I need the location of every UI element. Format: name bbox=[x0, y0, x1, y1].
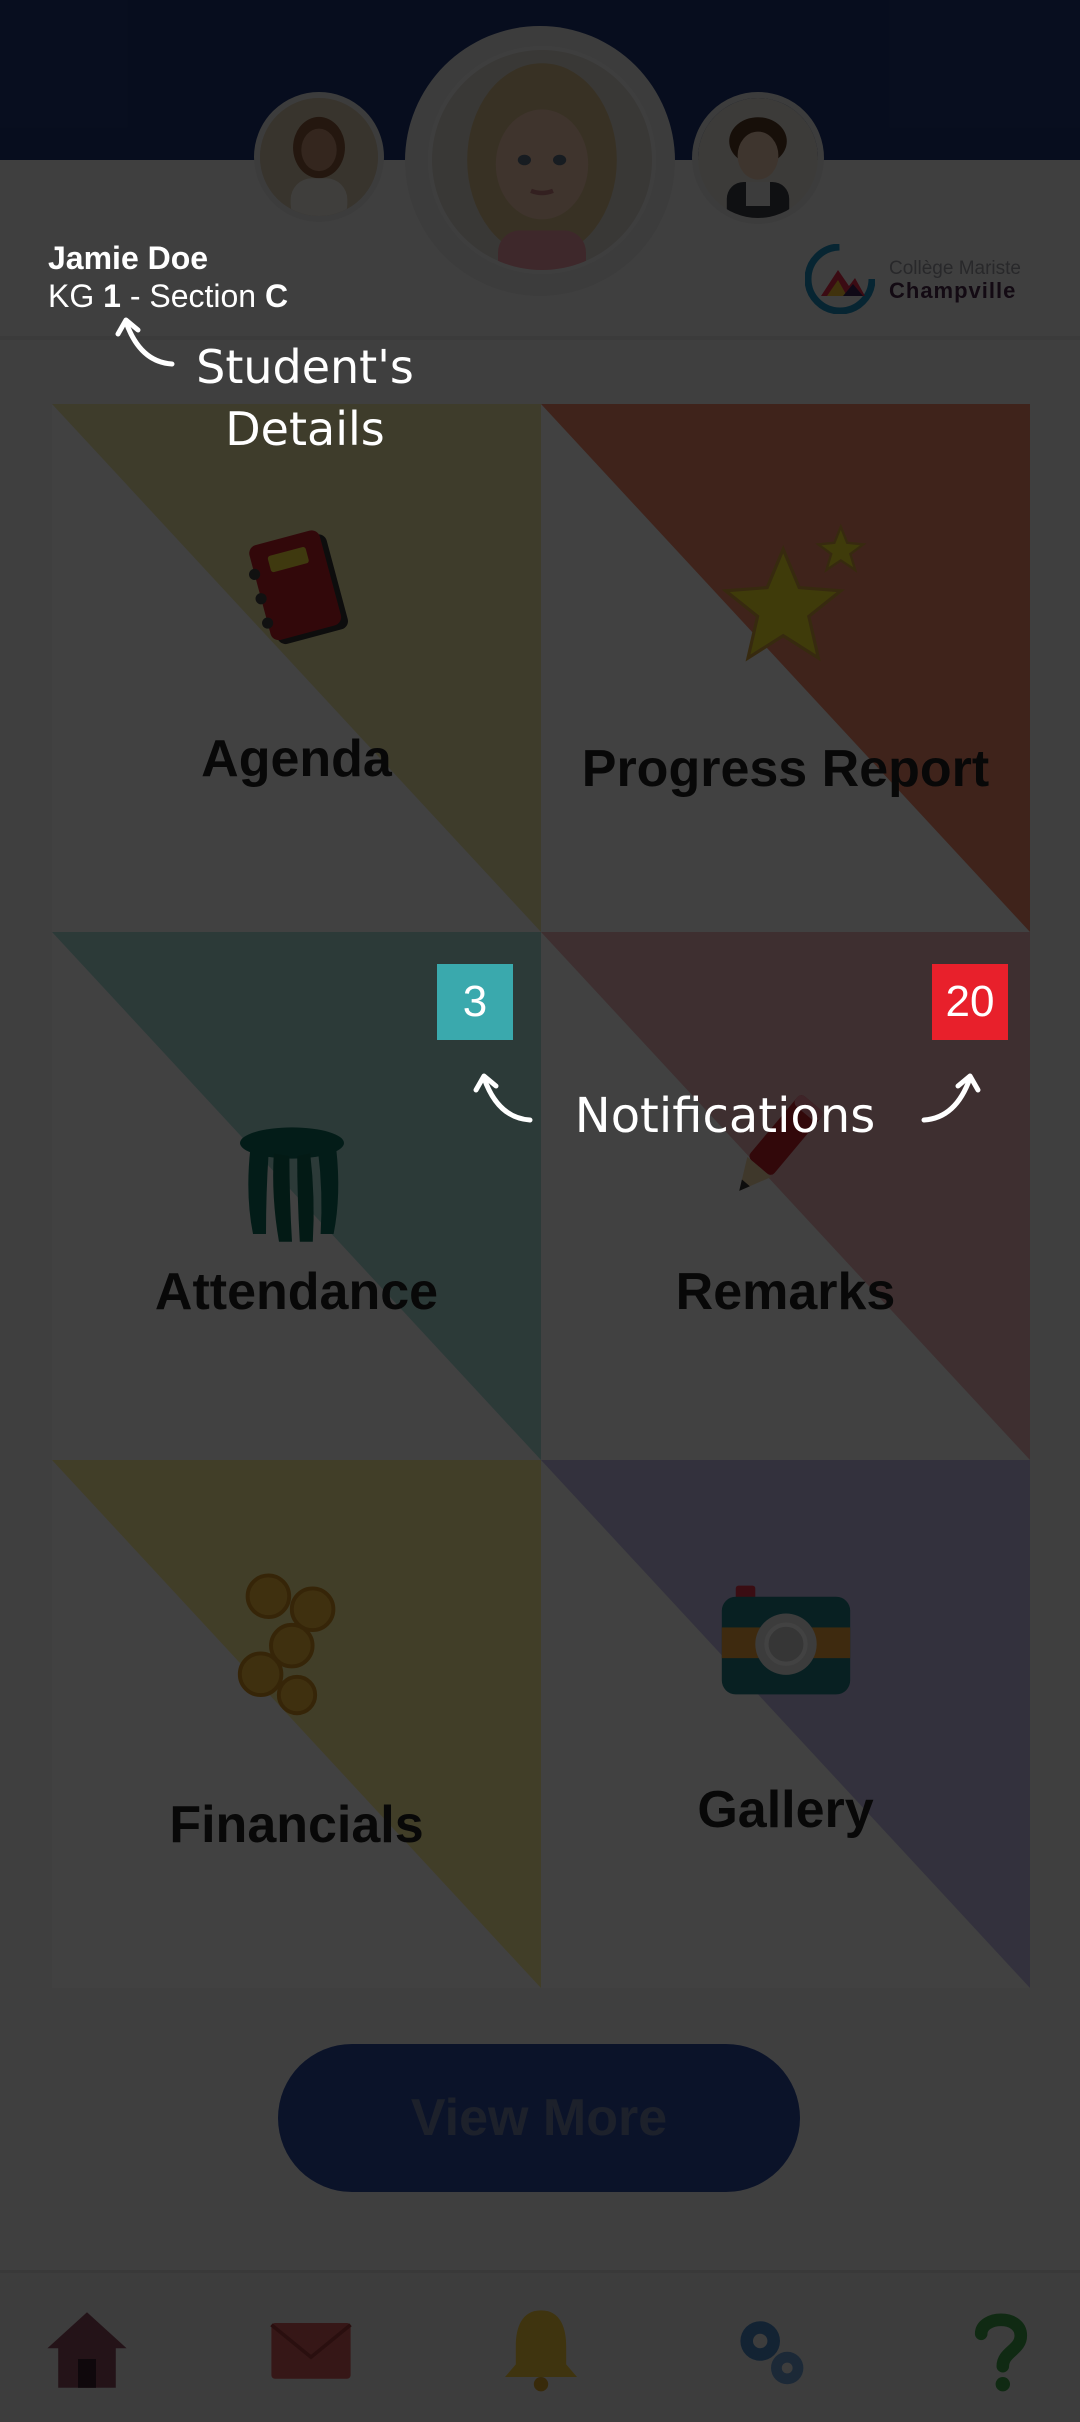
tile-accent-shape bbox=[52, 404, 541, 932]
grade-value: 1 bbox=[103, 278, 121, 314]
nav-messages[interactable] bbox=[266, 2305, 356, 2395]
nav-notifications[interactable] bbox=[496, 2305, 586, 2395]
student-name: Jamie Doe bbox=[48, 240, 209, 276]
selected-student-avatar[interactable] bbox=[428, 46, 656, 274]
class-prefix: KG bbox=[48, 278, 104, 314]
school-logo-icon bbox=[805, 244, 875, 314]
attendance-notification-badge: 3 bbox=[437, 964, 513, 1040]
home-icon bbox=[47, 2312, 127, 2388]
remarks-notification-badge: 20 bbox=[932, 964, 1008, 1040]
nav-settings[interactable] bbox=[726, 2305, 816, 2395]
module-grid: Agenda Progress Report Attendance Remark… bbox=[52, 404, 1030, 1990]
logo-bottom-text: Champville bbox=[889, 278, 1017, 303]
tile-label-financials: Financials bbox=[169, 1796, 424, 1854]
details-arrow-icon bbox=[115, 317, 175, 367]
tile-gallery[interactable]: Gallery bbox=[541, 1460, 1030, 1988]
bell-icon bbox=[505, 2310, 577, 2392]
bottom-nav bbox=[0, 2270, 1080, 2422]
tile-accent-shape bbox=[541, 1460, 1030, 1988]
section-value: C bbox=[264, 278, 289, 314]
student-photo bbox=[432, 50, 652, 270]
girl-photo bbox=[260, 98, 378, 216]
logo-top-text: Collège Mariste bbox=[889, 258, 1021, 279]
star-icon bbox=[721, 523, 867, 662]
student-class: KG 1 - Section C bbox=[48, 278, 288, 315]
stool-icon bbox=[240, 1127, 344, 1242]
boy-photo bbox=[698, 98, 818, 218]
notification-arrow-right-icon bbox=[921, 1073, 981, 1123]
section-prefix: - Section bbox=[120, 278, 265, 314]
tile-label-progress-report: Progress Report bbox=[581, 740, 990, 798]
agenda-book-icon bbox=[248, 530, 349, 645]
tile-label-agenda: Agenda bbox=[201, 730, 392, 788]
nav-home[interactable] bbox=[42, 2305, 132, 2395]
sibling-avatar-right[interactable] bbox=[692, 92, 824, 224]
help-icon bbox=[974, 2313, 1028, 2392]
coins-icon bbox=[237, 1573, 336, 1716]
gears-icon bbox=[740, 2321, 804, 2385]
view-more-button[interactable]: View More bbox=[278, 2044, 800, 2192]
tile-label-attendance: Attendance bbox=[154, 1263, 439, 1321]
sibling-avatar-left[interactable] bbox=[254, 92, 384, 222]
tile-agenda[interactable]: Agenda bbox=[52, 404, 541, 932]
camera-icon bbox=[721, 1585, 851, 1695]
tile-progress-report[interactable]: Progress Report bbox=[541, 404, 1030, 932]
school-logo: Collège Mariste Champville bbox=[805, 244, 1035, 316]
notification-arrow-left-icon bbox=[473, 1073, 533, 1123]
tile-label-gallery: Gallery bbox=[697, 1781, 874, 1839]
notifications-hint-text: Notifications bbox=[574, 1088, 876, 1144]
envelope-icon bbox=[270, 2323, 352, 2379]
tile-financials[interactable]: Financials bbox=[52, 1460, 541, 1988]
tile-accent-shape bbox=[52, 1460, 541, 1988]
nav-help[interactable] bbox=[956, 2305, 1046, 2395]
tile-label-remarks: Remarks bbox=[675, 1263, 896, 1321]
details-hint-text: Student's Details bbox=[196, 340, 414, 456]
